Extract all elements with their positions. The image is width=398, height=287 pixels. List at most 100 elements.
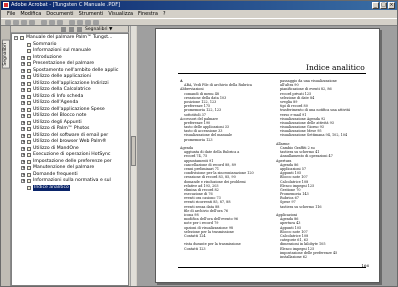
bookmark-label: Introduzione [33, 54, 62, 60]
print-icon[interactable] [21, 20, 27, 25]
minimize-button[interactable]: _ [372, 2, 379, 9]
bookmark-label: Utilizzo dell'Agenda [33, 100, 79, 105]
bookmark-label: Utilizzo di Palm™ Photos [33, 126, 90, 131]
bookmark-icon [27, 49, 31, 53]
bookmark-icon [27, 179, 31, 183]
bookmark-icon [27, 55, 31, 60]
pdf-page: Indice analitico A ABA, Vedi File di arch… [155, 28, 380, 283]
index-entry: visualizzazione Settimana 94, 102, 104 [280, 133, 348, 138]
bookmark-label: Utilizzo del Blocco note [33, 113, 87, 118]
expand-icon[interactable]: + [21, 55, 25, 60]
open-icon[interactable] [5, 20, 11, 25]
expand-icon[interactable]: + [21, 62, 25, 66]
index-entry: installazione 62 [280, 254, 308, 259]
menu-visualizza[interactable]: Visualizza [108, 10, 133, 18]
bookmark-label: Utilizzo dell'applicazione Indirizzi [33, 80, 109, 86]
email-icon[interactable] [29, 20, 35, 25]
bookmark-icon [27, 172, 31, 177]
expand-icon[interactable]: + [21, 88, 25, 92]
expand-bookmark-icon[interactable] [77, 27, 82, 32]
expand-icon[interactable]: + [21, 120, 25, 125]
expand-icon[interactable]: + [21, 127, 25, 131]
bookmark-label: Sommario [33, 41, 57, 47]
tab-bookmarks[interactable]: Segnalibri [2, 40, 10, 69]
bookmark-icon [27, 42, 31, 47]
menu-finestra[interactable]: Finestra [138, 10, 158, 18]
bookmark-label: Utilizzo del browser Web Palm® [33, 139, 107, 144]
bookmark-icon [27, 81, 31, 86]
bookmark-icon [27, 114, 31, 118]
window-title: Adobe Acrobat - [Tungsten C Manuale .PDF… [11, 2, 121, 8]
expand-icon[interactable]: + [21, 101, 25, 105]
document-view[interactable]: Indice analitico A ABA, Vedi File di arch… [137, 26, 397, 286]
expand-icon[interactable]: + [21, 172, 25, 177]
acrobat-window: Adobe Acrobat - [Tungsten C Manuale .PDF… [0, 0, 398, 287]
expand-icon[interactable]: + [21, 107, 25, 112]
delete-bookmark-icon[interactable] [61, 27, 66, 32]
index-title: Indice analitico [306, 63, 365, 72]
expand-icon[interactable]: + [21, 68, 25, 73]
zoom-icon[interactable] [57, 20, 63, 25]
bookmark-icon [27, 146, 31, 151]
bookmark-icon [27, 159, 31, 164]
expand-icon[interactable]: + [21, 146, 25, 151]
expand-icon[interactable]: + [21, 94, 25, 99]
save-icon[interactable] [13, 20, 19, 25]
expand-icon[interactable]: + [21, 81, 25, 86]
bookmark-icon [27, 62, 31, 66]
acrobat-app-icon [3, 2, 9, 8]
bookmark-icon [27, 101, 31, 105]
first-page-icon[interactable] [69, 20, 75, 25]
bookmark-icon [27, 88, 31, 92]
bookmark-label: Manutenzione del palmare [33, 165, 95, 170]
bookmark-label: Informazioni sulla normativa e sul [33, 178, 111, 183]
menu-help[interactable]: ? [163, 10, 166, 18]
scrollbar-thumb[interactable] [131, 136, 136, 166]
navigation-tabs: Segnalibri [1, 26, 11, 286]
bookmark-label: Utilizzo degli Appunti [33, 119, 82, 125]
expand-icon[interactable]: + [21, 166, 25, 170]
bookmarks-tree: - Manuale del palmare Palm™ Tungst... Somm… [11, 33, 129, 286]
bookmark-label: Utilizzo di Info scheda [33, 93, 84, 99]
maximize-button[interactable]: □ [380, 2, 387, 9]
bookmark-label: Impostazione delle preferenze per [33, 158, 112, 164]
expand-icon[interactable]: + [21, 179, 25, 183]
toolbar [1, 18, 397, 26]
menu-strumenti[interactable]: Strumenti [79, 10, 104, 18]
bookmarks-scrollbar[interactable] [130, 26, 136, 286]
bookmark-label: Utilizzo delle applicazioni [33, 74, 91, 79]
hand-tool-icon[interactable] [41, 20, 47, 25]
last-page-icon[interactable] [93, 20, 99, 25]
expand-icon[interactable]: + [21, 133, 25, 138]
bookmarks-options-menu[interactable]: Segnalibri ▼ [85, 26, 112, 33]
bookmark-label: Utilizzo del software di email per [33, 132, 109, 138]
menu-file[interactable]: File [7, 10, 15, 18]
bookmark-icon [27, 153, 31, 157]
bookmark-label: Utilizzo della Calcolatrice [33, 87, 91, 92]
expand-icon[interactable]: + [21, 114, 25, 118]
bookmark-icon [20, 36, 24, 40]
bookmark-icon [27, 94, 31, 99]
bookmark-icon [27, 133, 31, 138]
previous-page-icon[interactable] [77, 20, 83, 25]
menu-modifica[interactable]: Modifica [20, 10, 41, 18]
new-bookmark-icon[interactable] [69, 27, 74, 32]
bookmark-icon [27, 127, 31, 131]
bookmark-label: Domande frequenti [33, 171, 78, 177]
expand-icon[interactable]: + [21, 140, 25, 144]
title-bar: Adobe Acrobat - [Tungsten C Manuale .PDF… [1, 1, 397, 10]
bookmark-label: Informazioni sul manuale [33, 48, 92, 53]
expand-icon[interactable]: + [21, 159, 25, 164]
bookmark-icon [27, 120, 31, 125]
page-number: 166 [361, 263, 369, 268]
expand-icon[interactable]: + [21, 75, 25, 79]
navigation-panel: Segnalibri Segnalibri ▼ - Manuale del pal… [1, 26, 129, 286]
expand-icon[interactable]: + [21, 153, 25, 157]
menu-documenti[interactable]: Documenti [46, 10, 73, 18]
bookmark-label: Utilizzo dell'applicazione Spese [33, 106, 105, 112]
title-rule [178, 73, 366, 74]
select-text-icon[interactable] [49, 20, 55, 25]
next-page-icon[interactable] [85, 20, 91, 25]
close-button[interactable]: × [388, 2, 395, 9]
collapse-icon[interactable]: - [14, 36, 18, 40]
